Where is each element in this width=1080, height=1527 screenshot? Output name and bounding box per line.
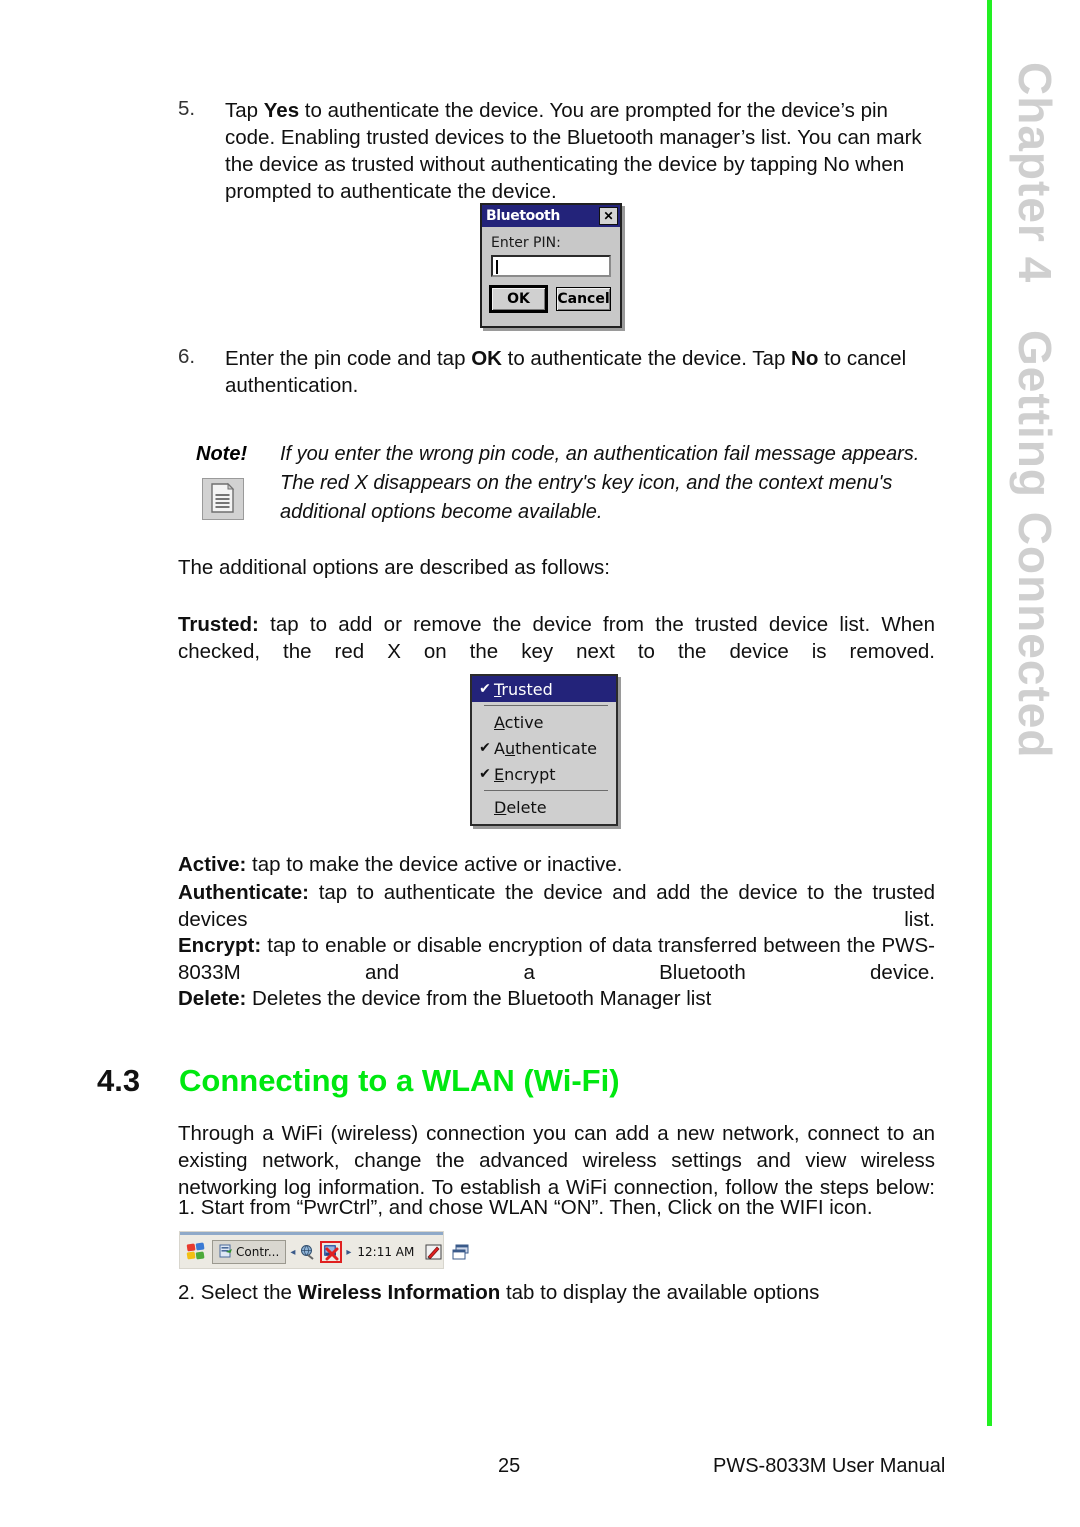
step-6-bold-ok: OK bbox=[471, 347, 502, 370]
step-6-number: 6. bbox=[178, 345, 196, 368]
option-authenticate-label: Authenticate: bbox=[178, 881, 309, 904]
text-caret bbox=[496, 260, 498, 274]
option-encrypt-label: Encrypt: bbox=[178, 934, 262, 957]
menu-item-encrypt[interactable]: ✔ Encrypt bbox=[472, 761, 616, 787]
option-delete: Delete: Deletes the device from the Blue… bbox=[178, 985, 935, 1012]
menu-item-delete[interactable]: Delete bbox=[472, 794, 616, 820]
page-content: 5. Tap Yes to authenticate the device. Y… bbox=[0, 0, 960, 1527]
chapter-title-text: Getting Connected bbox=[1009, 330, 1061, 759]
page-title: Connecting to a WLAN (Wi-Fi) bbox=[179, 1063, 620, 1098]
taskbar-clock[interactable]: 12:11 AM bbox=[355, 1245, 416, 1259]
ok-button[interactable]: OK bbox=[489, 285, 548, 313]
option-encrypt-text: tap to enable or disable encryption of d… bbox=[178, 934, 935, 984]
cancel-button[interactable]: Cancel bbox=[556, 287, 611, 311]
menu-item-trusted-label: Trusted bbox=[494, 679, 553, 699]
taskbar-app-button[interactable]: Contr... bbox=[212, 1240, 287, 1264]
trusted-description-text: tap to add or remove the device from the… bbox=[178, 613, 935, 663]
manual-name: PWS-8033M User Manual bbox=[713, 1455, 946, 1477]
bluetooth-pin-dialog: Bluetooth ✕ Enter PIN: OK Cancel bbox=[480, 203, 622, 328]
taskbar-screenshot: Contr... ◂ ▸ 12:11 AM bbox=[179, 1231, 469, 1269]
check-icon: ✔ bbox=[479, 740, 491, 756]
tray-arrow-left-icon[interactable]: ◂ bbox=[290, 1247, 295, 1258]
bluetooth-dialog-titlebar: Bluetooth ✕ bbox=[482, 205, 620, 227]
step-5-text-mid: to authenticate the device. You are prom… bbox=[225, 99, 922, 203]
step-5-bold-yes: Yes bbox=[263, 99, 300, 122]
note-label: Note! bbox=[196, 443, 248, 465]
option-active-label: Active: bbox=[178, 853, 247, 876]
pin-label: Enter PIN: bbox=[491, 235, 561, 251]
step-6-text-mid: to authenticate the device. Tap bbox=[501, 347, 792, 370]
wifi-disconnected-icon[interactable] bbox=[320, 1241, 343, 1263]
additional-options-intro: The additional options are described as … bbox=[178, 556, 610, 579]
menu-separator-2 bbox=[484, 790, 608, 791]
chapter-number-text: Chapter 4 bbox=[1009, 62, 1061, 284]
menu-item-encrypt-label: Encrypt bbox=[494, 764, 556, 784]
trusted-description-label: Trusted: bbox=[178, 613, 259, 636]
pin-input[interactable] bbox=[491, 255, 611, 277]
bluetooth-dialog-title: Bluetooth bbox=[486, 208, 560, 224]
step-5-text: Tap Yes to authenticate the device. You … bbox=[225, 97, 930, 205]
section-number: 4.3 bbox=[97, 1063, 141, 1098]
page-number: 25 bbox=[498, 1455, 521, 1477]
device-context-menu: ✔ Trusted Active ✔ Authenticate ✔ Encryp… bbox=[470, 674, 618, 826]
window-switch-icon[interactable] bbox=[451, 1243, 470, 1262]
check-icon: ✔ bbox=[479, 766, 491, 782]
step-6-bold-no: No bbox=[791, 347, 819, 370]
control-panel-icon bbox=[219, 1244, 233, 1261]
chapter-margin-rule bbox=[987, 0, 992, 1426]
step-6-text: Enter the pin code and tap OK to authent… bbox=[225, 345, 930, 399]
step-5-text-before: Tap bbox=[225, 99, 264, 122]
taskbar-app-button-label: Contr... bbox=[236, 1245, 280, 1259]
chapter-margin: Chapter 4 Getting Connected bbox=[1000, 0, 1080, 1430]
bluetooth-dialog-buttons: OK Cancel bbox=[489, 285, 611, 313]
step-6-text-before: Enter the pin code and tap bbox=[225, 347, 472, 370]
note-text: If you enter the wrong pin code, an auth… bbox=[280, 443, 920, 523]
step-5-number: 5. bbox=[178, 97, 196, 120]
menu-item-delete-label: Delete bbox=[494, 797, 547, 817]
option-delete-label: Delete: bbox=[178, 987, 247, 1010]
tray-arrow-right-icon[interactable]: ▸ bbox=[346, 1247, 351, 1258]
wlan-step-2-post: tab to display the available options bbox=[500, 1281, 820, 1304]
menu-item-authenticate-label: Authenticate bbox=[494, 738, 597, 758]
bluetooth-dialog-body: Enter PIN: OK Cancel bbox=[482, 227, 620, 313]
menu-item-active-label: Active bbox=[494, 712, 544, 732]
wlan-step-2-bold: Wireless Information bbox=[297, 1281, 501, 1304]
wlan-step-2-pre: 2. Select the bbox=[178, 1281, 298, 1304]
taskbar-top-border bbox=[180, 1232, 443, 1235]
wlan-step-2: 2. Select the Wireless Information tab t… bbox=[178, 1279, 968, 1306]
wlan-step-1: 1. Start from “PwrCtrl”, and chose WLAN … bbox=[178, 1196, 873, 1219]
check-icon: ✔ bbox=[479, 681, 491, 697]
pen-input-icon[interactable] bbox=[424, 1243, 443, 1262]
menu-item-active[interactable]: Active bbox=[472, 709, 616, 735]
menu-separator-1 bbox=[484, 705, 608, 706]
close-icon[interactable]: ✕ bbox=[599, 207, 618, 225]
menu-item-trusted[interactable]: ✔ Trusted bbox=[472, 676, 616, 702]
network-globe-icon[interactable] bbox=[299, 1244, 316, 1261]
option-active: Active: tap to make the device active or… bbox=[178, 851, 935, 878]
option-delete-text: Deletes the device from the Bluetooth Ma… bbox=[246, 987, 712, 1010]
document-icon bbox=[202, 478, 244, 520]
windows-flag-icon[interactable] bbox=[184, 1240, 208, 1264]
menu-item-authenticate[interactable]: ✔ Authenticate bbox=[472, 735, 616, 761]
option-active-text: tap to make the device active or inactiv… bbox=[246, 853, 623, 876]
